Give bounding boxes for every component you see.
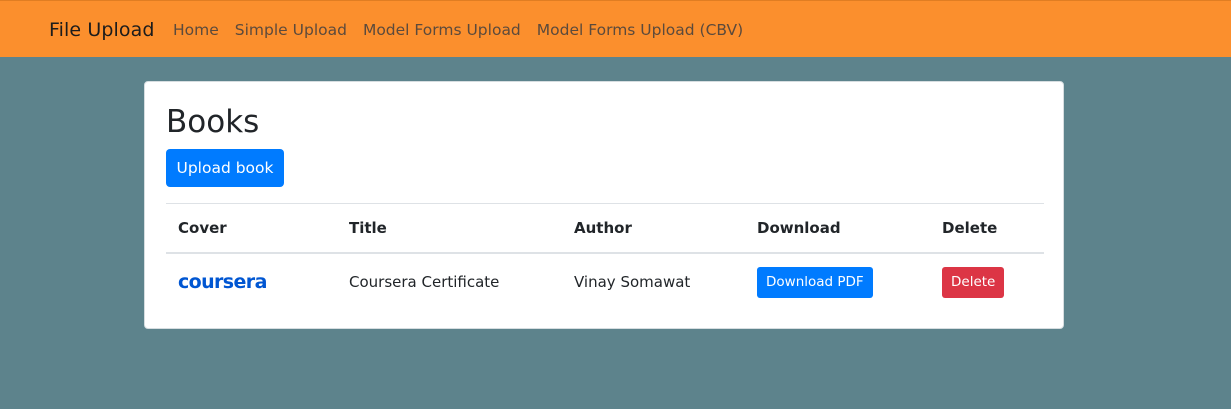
books-card: Books Upload book Cover Title Author Dow… <box>144 81 1064 329</box>
header-download: Download <box>745 203 930 254</box>
delete-cell: Delete <box>930 253 1044 311</box>
delete-button[interactable]: Delete <box>942 266 1005 298</box>
coursera-logo: coursera <box>178 271 267 293</box>
nav-link-home[interactable]: Home <box>173 20 219 40</box>
download-pdf-button[interactable]: Download PDF <box>757 266 873 298</box>
navbar: File Upload Home Simple Upload Model For… <box>0 0 1231 57</box>
nav-link-simple-upload[interactable]: Simple Upload <box>235 20 347 40</box>
table-header-row: Cover Title Author Download Delete <box>166 203 1044 254</box>
nav-link-model-forms-upload-cbv[interactable]: Model Forms Upload (CBV) <box>537 20 743 40</box>
header-cover: Cover <box>166 203 337 254</box>
table-row: coursera Coursera Certificate Vinay Soma… <box>166 253 1044 311</box>
cover-cell: coursera <box>166 253 337 311</box>
books-table: Cover Title Author Download Delete cours… <box>166 203 1044 311</box>
page-title: Books <box>166 104 260 140</box>
upload-book-button[interactable]: Upload book <box>166 149 284 187</box>
header-title: Title <box>337 203 562 254</box>
nav-links: Home Simple Upload Model Forms Upload Mo… <box>173 20 759 40</box>
download-cell: Download PDF <box>745 253 930 311</box>
title-cell: Coursera Certificate <box>349 273 500 291</box>
author-cell: Vinay Somawat <box>574 273 691 291</box>
header-author: Author <box>562 203 745 254</box>
nav-link-model-forms-upload[interactable]: Model Forms Upload <box>363 20 521 40</box>
navbar-brand[interactable]: File Upload <box>49 18 155 42</box>
header-delete: Delete <box>930 203 1044 254</box>
